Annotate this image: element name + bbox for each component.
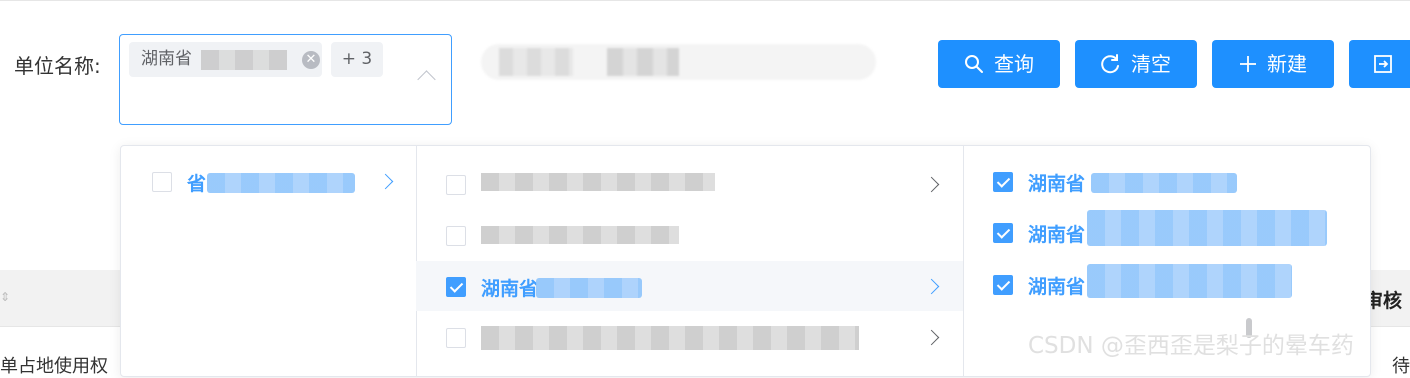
redacted-text xyxy=(481,173,715,191)
checkbox[interactable] xyxy=(446,226,466,246)
cascader-column-1: 省 xyxy=(121,146,417,376)
redacted-text xyxy=(1087,210,1327,246)
redacted-text xyxy=(499,48,573,76)
cascader-item[interactable] xyxy=(416,210,963,260)
unit-cascader-input[interactable]: 湖南省 ✕ + 3 xyxy=(119,34,452,125)
cascader-item-label: 湖南省 xyxy=(1028,224,1086,246)
search-icon xyxy=(965,55,983,73)
clear-button-label: 清空 xyxy=(1131,52,1171,76)
checkbox[interactable] xyxy=(446,328,466,348)
cascader-item-label: 湖南省 xyxy=(481,278,539,300)
chevron-right-icon xyxy=(923,176,940,193)
new-button[interactable]: 新建 xyxy=(1212,40,1334,88)
plus-icon xyxy=(1240,56,1256,72)
redacted-search-field[interactable] xyxy=(481,44,876,80)
cascader-item-active[interactable]: 湖南省 xyxy=(416,261,963,311)
checkbox-checked[interactable] xyxy=(993,172,1013,192)
cascader-column-2: 湖南省 xyxy=(416,146,1252,376)
export-button[interactable] xyxy=(1349,40,1410,88)
chevron-up-icon[interactable] xyxy=(417,70,436,89)
cascader-item-label: 湖南省 xyxy=(1028,276,1086,298)
redacted-text xyxy=(481,226,679,244)
top-divider xyxy=(0,0,1410,1)
checkbox[interactable] xyxy=(152,172,172,192)
cascader-item[interactable]: 湖南省 xyxy=(963,208,1369,258)
query-button[interactable]: 查询 xyxy=(938,40,1060,88)
sort-icon[interactable]: ⇕ xyxy=(0,290,10,304)
redacted-text xyxy=(536,278,642,298)
table-cell: 单占地使用权 xyxy=(0,356,108,377)
redacted-text xyxy=(1087,264,1292,298)
chevron-right-icon xyxy=(923,329,940,346)
clear-button[interactable]: 清空 xyxy=(1075,40,1197,88)
chevron-right-icon xyxy=(377,173,394,190)
new-button-label: 新建 xyxy=(1267,52,1307,76)
redacted-text xyxy=(201,50,287,70)
checkbox-checked[interactable] xyxy=(446,277,466,297)
checkbox-checked[interactable] xyxy=(993,223,1013,243)
cascader-item-label: 省 xyxy=(187,173,207,195)
query-button-label: 查询 xyxy=(994,52,1034,76)
cascader-item[interactable]: 省 xyxy=(121,157,416,207)
table-cell: 待 xyxy=(1392,356,1410,377)
refresh-icon xyxy=(1101,54,1119,74)
checkbox-checked[interactable] xyxy=(993,275,1013,295)
cascader-item[interactable]: 湖南省 xyxy=(963,157,1369,207)
redacted-text xyxy=(1091,173,1237,193)
chevron-right-icon xyxy=(923,278,940,295)
selected-tag: 湖南省 ✕ xyxy=(129,42,322,77)
cascader-item[interactable]: 湖南省 xyxy=(963,260,1369,310)
checkbox[interactable] xyxy=(446,175,466,195)
redacted-text xyxy=(607,48,679,76)
redacted-text xyxy=(481,326,859,350)
watermark-text: CSDN @歪西歪是梨子的晕车药 xyxy=(1028,333,1354,359)
more-tags-count: + 3 xyxy=(331,42,383,77)
unit-name-label: 单位名称: xyxy=(14,54,101,78)
cascader-item[interactable] xyxy=(416,159,963,209)
export-icon xyxy=(1374,55,1392,73)
tag-close-icon[interactable]: ✕ xyxy=(302,51,320,69)
cascader-item[interactable] xyxy=(416,312,963,362)
selected-tag-label: 湖南省 xyxy=(141,49,192,69)
cascader-item-label: 湖南省 xyxy=(1028,173,1086,195)
redacted-text xyxy=(207,173,355,193)
